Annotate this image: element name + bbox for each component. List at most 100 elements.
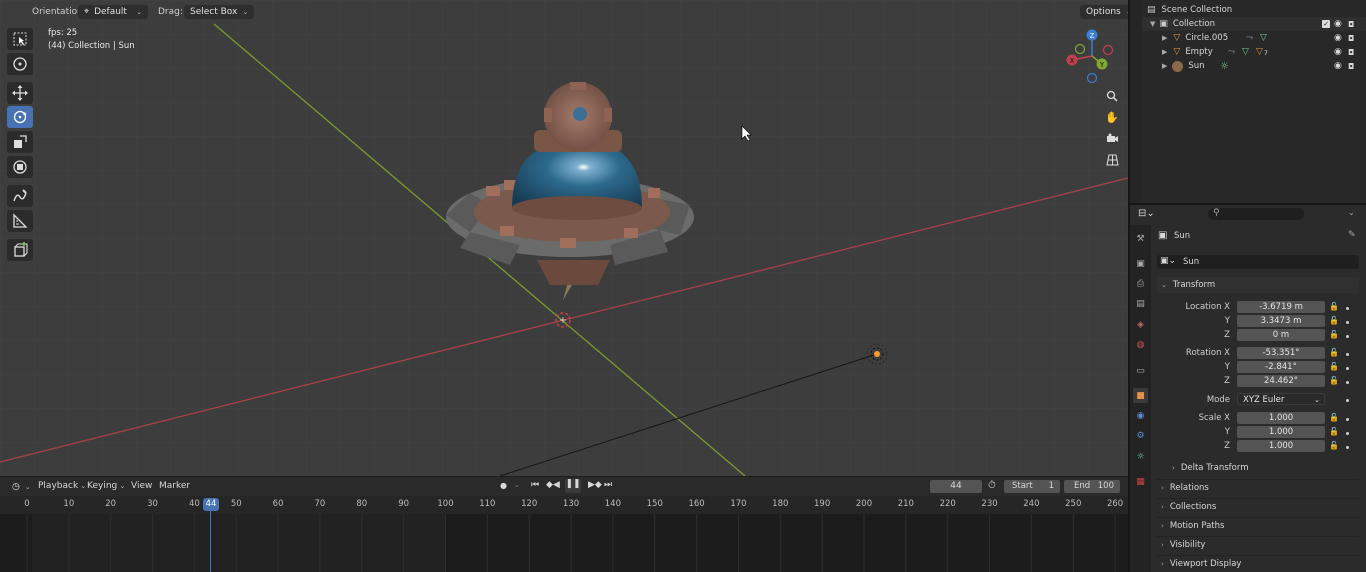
jump-keyframe-back-button[interactable]: ◆◀ — [546, 480, 560, 490]
lock-icon[interactable]: 🔓 — [1329, 413, 1339, 423]
location-z-field[interactable]: 0 m — [1237, 329, 1325, 341]
preview-range-icon[interactable]: ⏱ — [988, 480, 996, 491]
keyframe-dot[interactable] — [1346, 381, 1349, 384]
outliner-item-circle[interactable]: ▶ ▽ Circle.005 ⤳ ▽ ◉ ◘ — [1142, 31, 1366, 45]
delta-transform-panel[interactable]: › Delta Transform — [1168, 461, 1358, 475]
perspective-toggle-button[interactable] — [1102, 150, 1122, 170]
constraints-tab-icon[interactable]: ⚙ — [1133, 428, 1148, 443]
scene-collection-row[interactable]: ▤ Scene Collection — [1142, 3, 1366, 17]
lock-icon[interactable]: 🔓 — [1329, 427, 1339, 437]
measure-tool[interactable] — [7, 210, 33, 232]
keyframe-dot[interactable] — [1346, 353, 1349, 356]
rotation-x-field[interactable]: -53.351° — [1237, 347, 1325, 359]
camera-icon[interactable]: ◘ — [1348, 62, 1354, 71]
keyframe-dot[interactable] — [1346, 307, 1349, 310]
select-box-tool[interactable] — [7, 28, 33, 50]
frame-ruler[interactable]: 0 10 20 30 40 50 60 70 80 90 100 110 120 130 140 150 160… — [0, 496, 1128, 514]
checkbox-icon[interactable]: ✓ — [1322, 20, 1330, 28]
lock-icon[interactable]: 🔓 — [1329, 441, 1339, 451]
camera-icon[interactable]: ◘ — [1348, 34, 1354, 43]
lock-icon[interactable]: 🔓 — [1329, 302, 1339, 312]
lock-icon[interactable]: 🔓 — [1329, 330, 1339, 340]
transform-panel-header[interactable]: ⌄ Transform — [1157, 277, 1359, 293]
zoom-button[interactable] — [1102, 86, 1122, 106]
motion-paths-panel[interactable]: › Motion Paths — [1157, 517, 1359, 534]
expand-right-icon[interactable]: ▶ — [1162, 48, 1167, 56]
keyframe-dot[interactable] — [1346, 399, 1349, 402]
scale-tool[interactable] — [7, 131, 33, 153]
pause-button[interactable]: ❚❚ — [565, 479, 581, 493]
keyframe-dot[interactable] — [1346, 335, 1349, 338]
outliner-item-sun[interactable]: ▶ Sun ☼ ◉ ◘ — [1142, 59, 1366, 73]
transform-tool[interactable] — [7, 156, 33, 178]
editor-type-dropdown[interactable]: ⊟⌄ — [1138, 208, 1155, 219]
menu-keying[interactable]: Keying ⌄ — [87, 481, 125, 491]
lock-icon[interactable]: 🔓 — [1329, 316, 1339, 326]
chevron-down-icon[interactable]: ⌄ — [514, 481, 520, 489]
output-tab-icon[interactable]: ⎙ — [1133, 276, 1148, 291]
editor-type-dropdown[interactable]: ◷ ⌄ — [6, 480, 37, 493]
eye-icon[interactable]: ◉ — [1334, 19, 1342, 29]
visibility-panel[interactable]: › Visibility — [1157, 536, 1359, 553]
jump-start-button[interactable]: ⏮ — [531, 480, 539, 490]
lock-icon[interactable]: 🔓 — [1329, 362, 1339, 372]
eye-icon[interactable]: ◉ — [1334, 47, 1342, 57]
menu-marker[interactable]: Marker — [159, 481, 190, 491]
camera-icon[interactable]: ◘ — [1348, 48, 1354, 57]
outliner-item-empty[interactable]: ▶ ▽ Empty ⤳ ▽ ▽ 7 ◉ ◘ — [1142, 45, 1366, 59]
record-button[interactable]: ● — [500, 481, 507, 490]
object-data-tab-icon[interactable]: ☼ — [1133, 449, 1148, 464]
collection-tab-icon[interactable]: ▭ — [1133, 363, 1148, 378]
current-frame-field[interactable]: 44 — [930, 480, 982, 493]
scene-tab-icon[interactable]: ◈ — [1133, 317, 1148, 332]
expand-right-icon[interactable]: ▶ — [1162, 34, 1167, 42]
jump-end-button[interactable]: ⏭ — [604, 480, 612, 490]
cursor-tool[interactable] — [7, 53, 33, 75]
texture-tab-icon[interactable]: ▦ — [1133, 474, 1148, 489]
camera-view-button[interactable] — [1102, 128, 1122, 148]
end-frame-field[interactable]: End 100 — [1064, 480, 1120, 493]
navigation-gizmo[interactable]: Z Y X — [1064, 28, 1120, 84]
pan-button[interactable]: ✋ — [1102, 107, 1122, 127]
add-cube-tool[interactable] — [7, 239, 33, 261]
3d-viewport[interactable]: Orientation: ⌖ Default ⌄ Drag: Select Bo… — [0, 0, 1128, 476]
relations-panel[interactable]: › Relations — [1157, 479, 1359, 496]
location-y-field[interactable]: 3.3473 m — [1237, 315, 1325, 327]
scale-x-field[interactable]: 1.000 — [1237, 412, 1325, 424]
outliner[interactable]: ▤ Scene Collection ▼ ▣ Collection ✓ ◉ ◘ … — [1142, 0, 1366, 204]
pin-icon[interactable]: ✎ — [1348, 230, 1356, 240]
expand-right-icon[interactable]: ▶ — [1162, 62, 1167, 70]
viewport-display-panel[interactable]: › Viewport Display — [1157, 555, 1359, 572]
jump-keyframe-forward-button[interactable]: ▶◆ — [588, 480, 602, 490]
keyframe-dot[interactable] — [1346, 446, 1349, 449]
expand-down-icon[interactable]: ▼ — [1150, 20, 1155, 28]
eye-icon[interactable]: ◉ — [1334, 61, 1342, 71]
lock-icon[interactable]: 🔓 — [1329, 348, 1339, 358]
rotation-z-field[interactable]: 24.462° — [1237, 375, 1325, 387]
scale-y-field[interactable]: 1.000 — [1237, 426, 1325, 438]
chevron-down-icon[interactable]: ⌄ — [1348, 208, 1355, 217]
menu-playback[interactable]: Playback ⌄ — [38, 481, 86, 491]
start-frame-field[interactable]: Start 1 — [1004, 480, 1060, 493]
drag-dropdown[interactable]: Select Box ⌄ — [184, 5, 255, 19]
keyframe-dot[interactable] — [1346, 321, 1349, 324]
keyframe-dot[interactable] — [1346, 418, 1349, 421]
collections-panel[interactable]: › Collections — [1157, 498, 1359, 515]
rotate-tool[interactable] — [7, 106, 33, 128]
scale-z-field[interactable]: 1.000 — [1237, 440, 1325, 452]
annotate-tool[interactable] — [7, 185, 33, 207]
keyframe-dot[interactable] — [1346, 367, 1349, 370]
render-tab-icon[interactable]: ▣ — [1133, 256, 1148, 271]
rotation-y-field[interactable]: -2.841° — [1237, 361, 1325, 373]
world-tab-icon[interactable]: ◍ — [1133, 337, 1148, 352]
physics-tab-icon[interactable]: ◉ — [1133, 408, 1148, 423]
lock-icon[interactable]: 🔓 — [1329, 376, 1339, 386]
tool-tab-icon[interactable]: ⚒ — [1133, 231, 1148, 246]
orientation-dropdown[interactable]: ⌖ Default ⌄ — [78, 5, 148, 19]
move-tool[interactable] — [7, 82, 33, 104]
keyframe-dot[interactable] — [1346, 432, 1349, 435]
timeline-editor[interactable]: ◷ ⌄ Playback ⌄ Keying ⌄ View Marker ● ⌄ … — [0, 477, 1128, 572]
view-layer-tab-icon[interactable]: ▤ — [1133, 296, 1148, 311]
collection-row[interactable]: ▼ ▣ Collection ✓ ◉ ◘ — [1142, 17, 1366, 31]
location-x-field[interactable]: -3.6719 m — [1237, 301, 1325, 313]
